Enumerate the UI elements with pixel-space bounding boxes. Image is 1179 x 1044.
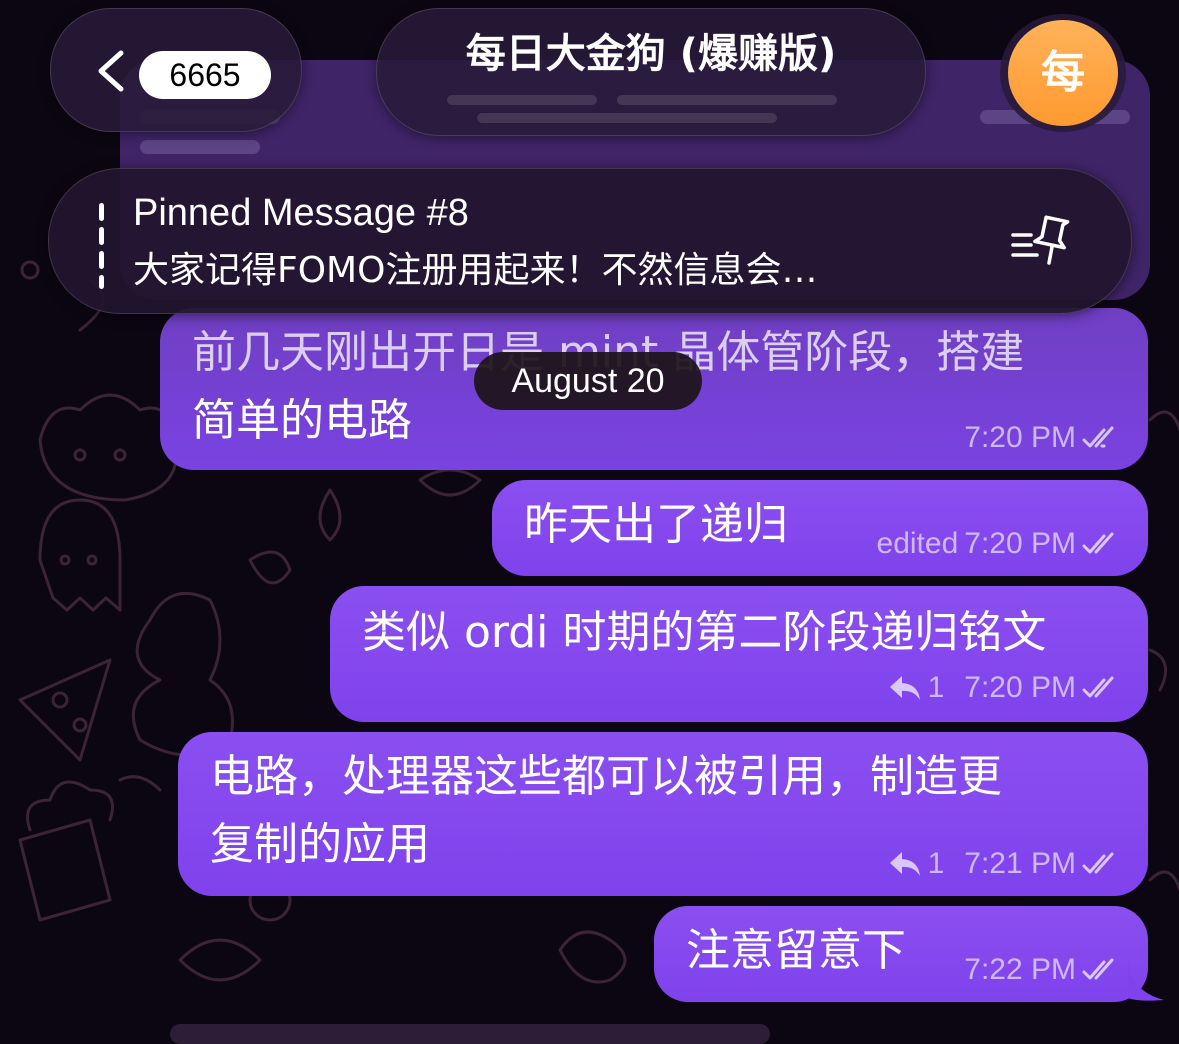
date-separator: August 20: [474, 352, 702, 410]
double-check-icon: [1082, 958, 1114, 980]
message-time: 7:20 PM: [964, 421, 1076, 454]
subtitle-placeholder: [617, 95, 837, 105]
message-time: 7:22 PM: [964, 953, 1076, 986]
unread-count-badge: 6665: [139, 51, 271, 99]
pinned-indicator: [99, 203, 105, 289]
message-text-line: 简单的电路: [192, 395, 412, 446]
message-text-line: 昨天出了递归: [524, 499, 788, 550]
double-check-icon: [1082, 852, 1114, 874]
chat-title: 每日大金狗 (爆赚版): [465, 31, 837, 77]
pinned-message-bar[interactable]: Pinned Message #8 大家记得FOMO注册用起来！不然信息会…: [48, 168, 1132, 314]
message-time: 7:21 PM: [964, 847, 1076, 880]
double-check-icon: [1082, 676, 1114, 698]
bubble-tail: [1128, 962, 1164, 1001]
message-meta: 1 7:21 PM: [888, 844, 1126, 884]
avatar-letter: 每: [1008, 20, 1118, 126]
message-meta: 1 7:20 PM: [888, 668, 1126, 708]
reply-count: 1: [927, 847, 945, 880]
chevron-left-icon: [98, 50, 124, 92]
message-time: 7:20 PM: [964, 527, 1076, 560]
message-bubble-2[interactable]: 昨天出了递归 edited 7:20 PM: [492, 480, 1148, 576]
message-time: 7:20 PM: [964, 671, 1076, 704]
chat-title-button[interactable]: 每日大金狗 (爆赚版): [376, 8, 926, 136]
edited-label: edited: [876, 527, 959, 560]
next-message-edge: [170, 1024, 770, 1044]
message-bubble-4[interactable]: 电路，处理器这些都可以被引用，制造更 复制的应用 1 7:21 PM: [178, 732, 1148, 896]
double-check-icon: [1082, 532, 1114, 554]
reply-count: 1: [927, 671, 945, 704]
pin-list-icon[interactable]: [1007, 213, 1073, 269]
double-check-icon: [1082, 426, 1114, 448]
subtitle-placeholder: [447, 95, 597, 105]
back-button[interactable]: 6665: [50, 8, 302, 132]
message-text-line: 注意留意下: [686, 925, 906, 976]
subtitle-placeholder: [477, 113, 777, 123]
pinned-title: Pinned Message #8: [133, 192, 469, 234]
message-text-line: 电路，处理器这些都可以被引用，制造更: [210, 751, 1002, 802]
pinned-preview-text: 大家记得FOMO注册用起来！不然信息会…: [133, 250, 818, 291]
message-bubble-3[interactable]: 类似 ordi 时期的第二阶段递归铭文 1 7:20 PM: [330, 586, 1148, 722]
message-text-line: 类似 ordi 时期的第二阶段递归铭文: [362, 607, 1047, 658]
message-meta: 7:22 PM: [964, 950, 1126, 990]
message-meta: 7:20 PM: [964, 418, 1126, 458]
message-meta: edited 7:20 PM: [877, 524, 1126, 564]
reply-arrow-icon: [889, 852, 920, 876]
chat-avatar[interactable]: 每: [1000, 14, 1126, 132]
message-text-line: 复制的应用: [210, 819, 430, 870]
message-bubble-5[interactable]: 注意留意下 7:22 PM: [654, 906, 1148, 1002]
reply-arrow-icon: [889, 676, 920, 700]
